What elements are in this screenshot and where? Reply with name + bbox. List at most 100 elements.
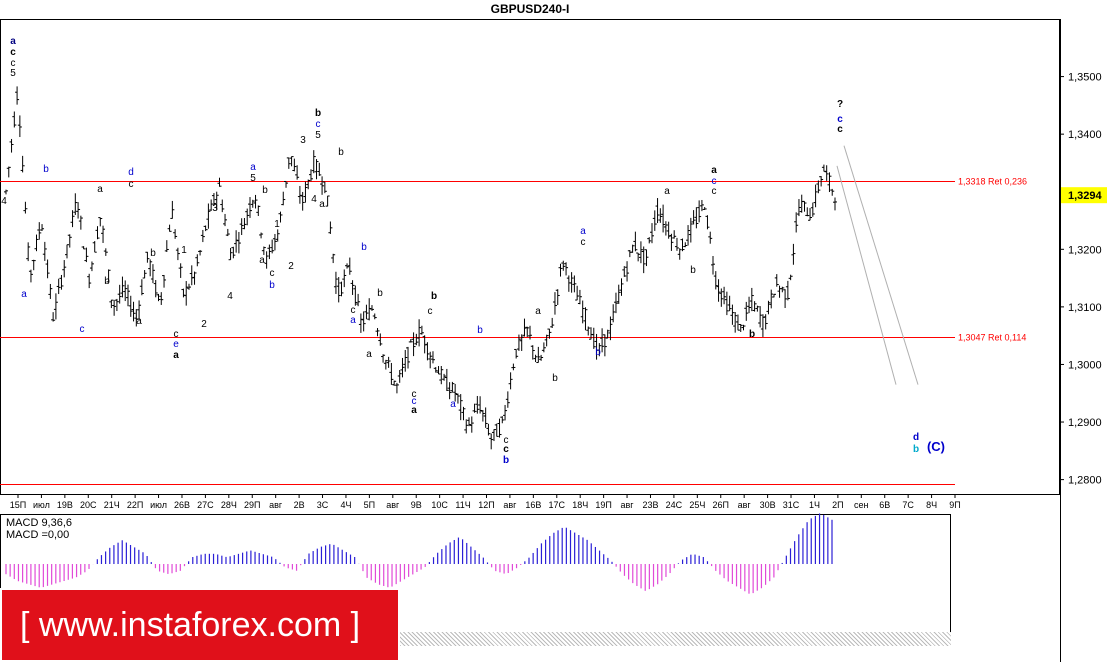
wave-label: c <box>80 324 85 335</box>
wave-label: 3 <box>212 203 218 214</box>
wave-labels: acc54abcabdcab 1cea234a5bacb123bc5b4 abcab… <box>1 36 945 466</box>
time-tick-label: 7С <box>902 500 914 510</box>
wave-label: b <box>262 185 268 196</box>
wave-label: 5 <box>315 130 321 141</box>
hatched-strip <box>400 632 951 646</box>
wave-label: c <box>581 237 586 248</box>
wave-label: b <box>338 147 344 158</box>
wave-label: a <box>580 226 586 237</box>
price-bars <box>4 86 837 450</box>
wave-label: d <box>128 167 134 178</box>
time-tick-label: 30В <box>760 500 776 510</box>
time-tick-label: сен <box>854 500 869 510</box>
wave-label: c <box>270 268 275 279</box>
time-tick-label: 3С <box>317 500 329 510</box>
wave-label: ? <box>837 99 843 110</box>
wave-label: e <box>173 339 179 350</box>
macd-histogram <box>5 513 833 594</box>
time-tick-label: 29П <box>244 500 260 510</box>
time-tick-label: авг <box>386 500 400 510</box>
wave-label: b <box>431 291 437 302</box>
logo-text: [ www.instaforex.com ] <box>20 606 361 644</box>
price-tick-label: 1,2900 <box>1068 417 1102 429</box>
wave-label: 1 <box>274 219 280 230</box>
time-tick-label: 11Ч <box>455 500 470 510</box>
wave-label: a <box>350 315 356 326</box>
time-tick-label: 5П <box>364 500 375 510</box>
retracement-levels: 1,3318 Ret 0,236 1,3047 Ret 0,114 <box>0 177 1027 485</box>
price-tick-label: 1,2800 <box>1068 475 1102 487</box>
time-tick-label: 12П <box>478 500 494 510</box>
wave-label: c <box>503 444 509 455</box>
wave-label: a <box>450 399 456 410</box>
wave-label: a <box>259 255 265 266</box>
wave-label: c <box>712 186 717 197</box>
time-tick-label: 4Ч <box>340 500 351 510</box>
wave-label: b <box>595 347 601 358</box>
wave-label: (C) <box>927 439 945 454</box>
wave-label: 1 <box>181 245 187 256</box>
price-tick-label: 1,3100 <box>1068 302 1102 314</box>
time-tick-label: 28Ч <box>221 500 237 510</box>
wave-label: d <box>913 432 919 443</box>
projection-line-lower <box>836 165 897 385</box>
time-tick-label: 17С <box>549 500 566 510</box>
current-price-label: 1,3294 <box>1068 190 1103 202</box>
macd-params-label: MACD 9,36,6 <box>6 517 73 529</box>
wave-label: a <box>711 165 717 176</box>
time-tick-label: 2В <box>294 500 305 510</box>
wave-label: b <box>477 325 483 336</box>
wave-label: c <box>10 47 16 58</box>
wave-label: a <box>10 36 16 47</box>
time-tick-label: 1Ч <box>809 500 820 510</box>
instaforex-logo[interactable]: [ www.instaforex.com ] <box>0 588 400 662</box>
time-tick-label: 25Ч <box>689 500 705 510</box>
macd-value-label: MACD =0,00 <box>6 529 70 541</box>
time-tick-label: 16В <box>525 500 541 510</box>
time-tick-label: 10С <box>431 500 448 510</box>
time-tick-label: 15П <box>10 500 26 510</box>
time-tick-label: 6В <box>879 500 890 510</box>
wave-label: b <box>43 164 49 175</box>
time-tick-label: 9П <box>949 500 960 510</box>
time-tick-label: 23В <box>642 500 658 510</box>
wave-label: a <box>366 349 372 360</box>
chart-title: GBPUSD240-I <box>490 2 570 16</box>
price-axis-ticks: 1,35001,34001,33001,32001,31001,30001,29… <box>1060 72 1107 487</box>
main-plot-border <box>0 19 1060 495</box>
time-tick-label: 31С <box>783 500 800 510</box>
time-tick-label: 19П <box>595 500 611 510</box>
time-tick-label: авг <box>621 500 635 510</box>
wave-label: a <box>664 186 670 197</box>
wave-label: a <box>21 289 27 300</box>
price-tick-label: 1,3500 <box>1068 72 1102 84</box>
time-tick-label: авг <box>503 500 517 510</box>
wave-label: b <box>361 242 367 253</box>
time-tick-label: 9В <box>411 500 422 510</box>
wave-label: 2 <box>288 261 294 272</box>
wave-label: a <box>97 184 103 195</box>
wave-label: a <box>411 405 417 416</box>
wave-label: a <box>136 316 142 327</box>
time-tick-label: 8Ч <box>926 500 937 510</box>
time-tick-label: 21Ч <box>104 500 120 510</box>
wave-label: b <box>377 288 383 299</box>
wave-label: a <box>173 350 179 361</box>
wave-label: c <box>316 119 321 130</box>
time-tick-label: 24С <box>666 500 683 510</box>
wave-label: b <box>913 444 919 455</box>
wave-label: 5 <box>250 173 256 184</box>
wave-label: b <box>150 248 156 259</box>
time-tick-label: 27С <box>197 500 214 510</box>
wave-label: b <box>749 329 755 340</box>
level-label: 1,3047 Ret 0,114 <box>958 333 1026 343</box>
wave-label: a <box>250 162 256 173</box>
wave-label: c <box>129 179 134 190</box>
time-tick-label: 22П <box>127 500 143 510</box>
wave-label: b <box>315 108 321 119</box>
wave-label: b <box>104 276 110 287</box>
wave-label: 5 <box>10 68 16 79</box>
chart-frame: 1,3318 Ret 0,2361,3047 Ret 0,114 acc54ab… <box>0 19 1107 662</box>
wave-label: 4 <box>311 194 317 205</box>
wave-label: 2 <box>201 319 207 330</box>
